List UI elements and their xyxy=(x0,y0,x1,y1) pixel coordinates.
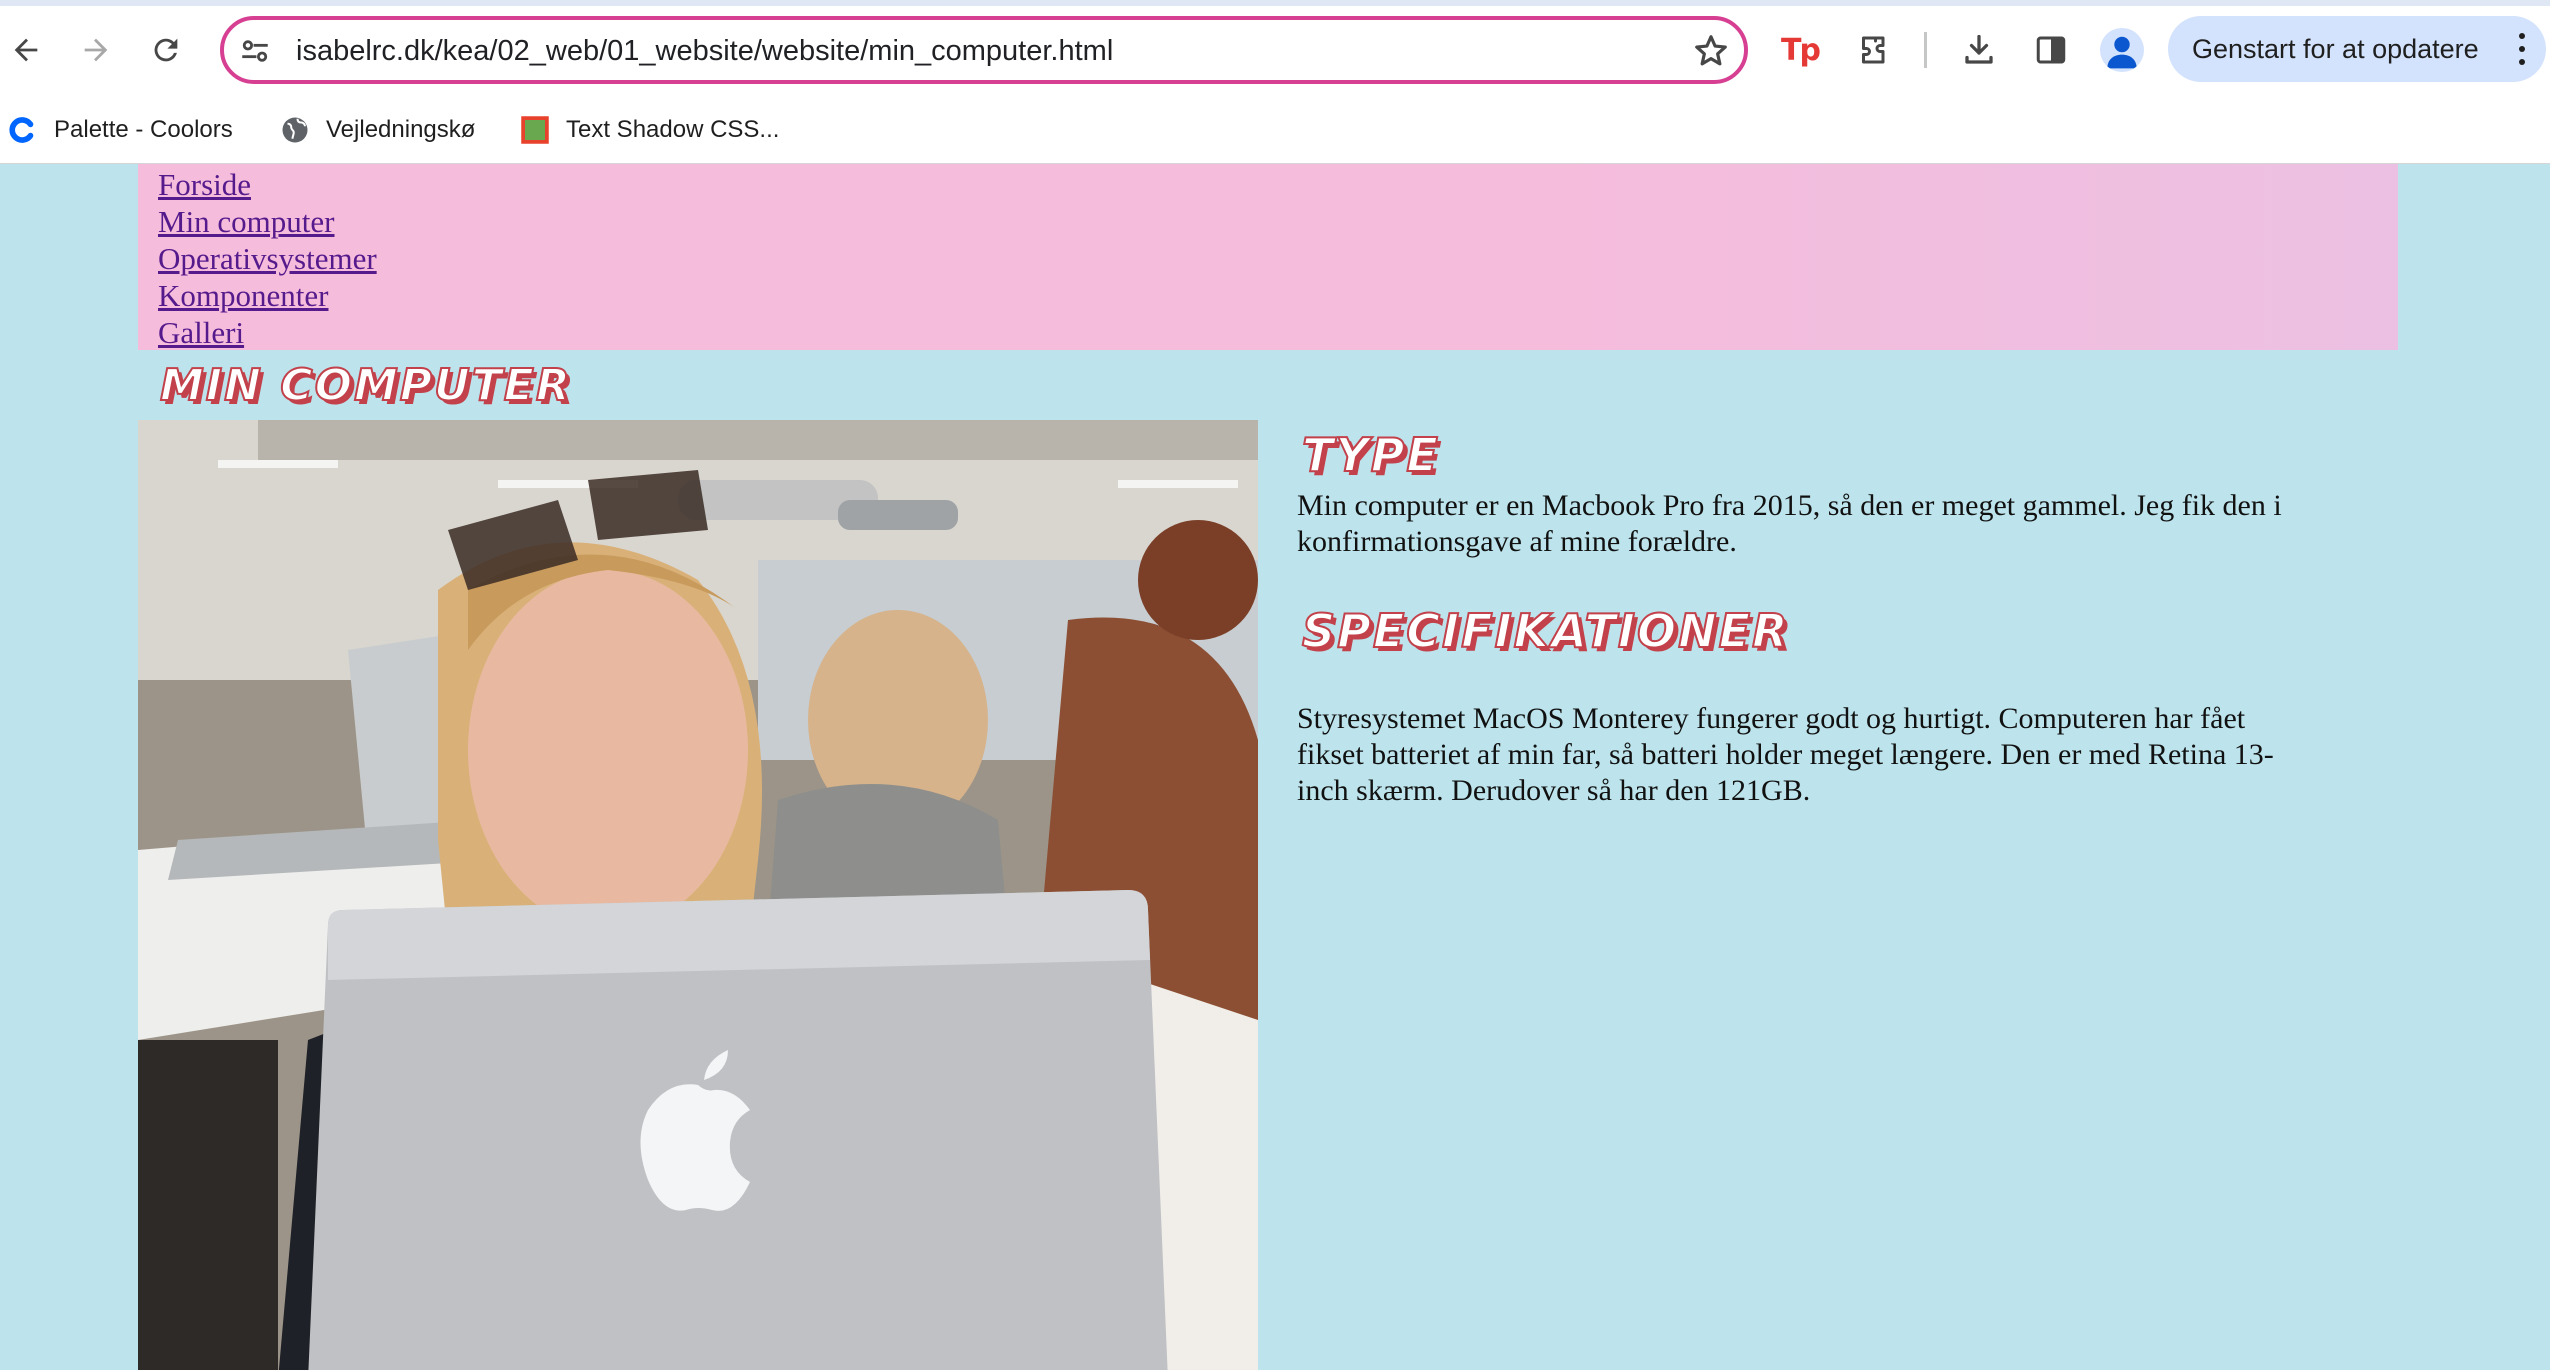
bookmark-item[interactable]: Vejledningskø xyxy=(280,108,475,152)
section-text-type: Min computer er en Macbook Pro fra 2015,… xyxy=(1297,489,2282,558)
restart-to-update-button[interactable]: Genstart for at opdatere xyxy=(2168,16,2546,82)
nav-link-komponenter[interactable]: Komponenter xyxy=(158,277,328,314)
downloads-button[interactable] xyxy=(1957,28,2001,72)
coolors-logo-icon xyxy=(9,117,34,143)
bookmark-label: Palette - Coolors xyxy=(54,116,233,143)
bookmark-label: Text Shadow CSS... xyxy=(566,116,780,143)
bookmark-label: Vejledningskø xyxy=(326,116,476,143)
section-heading-specifikationer: Specifikationer xyxy=(1301,603,1790,659)
profile-icon xyxy=(2107,36,2137,69)
reload-icon xyxy=(154,38,178,62)
restart-to-update-label: Genstart for at opdatere xyxy=(2192,34,2479,64)
tp-extension-button[interactable]: Tp xyxy=(1778,28,1822,72)
toolbar-divider xyxy=(1924,32,1927,68)
nav-link-galleri[interactable]: Galleri xyxy=(158,314,244,351)
computer-photo xyxy=(138,420,1258,1370)
page-title: Min computer xyxy=(159,359,572,412)
bookmark-star-icon[interactable] xyxy=(1692,32,1730,70)
bookmark-item[interactable]: Text Shadow CSS... xyxy=(520,108,779,152)
site-navigation: Forside Min computer Operativsystemer Ko… xyxy=(138,164,2398,350)
back-arrow-icon xyxy=(14,38,38,62)
bookmarks-bar: Palette - Coolors Vejledningskø Text Sha… xyxy=(0,102,2550,164)
nav-link-forside[interactable]: Forside xyxy=(158,166,251,203)
extensions-puzzle-icon xyxy=(1862,36,1885,64)
kebab-menu-icon[interactable] xyxy=(2512,30,2532,68)
tp-extension-icon: Tp xyxy=(1781,32,1821,68)
side-panel-button[interactable] xyxy=(2029,28,2073,72)
site-settings-icon[interactable] xyxy=(238,34,272,68)
nav-link-min-computer[interactable]: Min computer xyxy=(158,203,335,240)
section-heading-type: Type xyxy=(1301,427,1440,483)
section-text-specifikationer: Styresystemet MacOS Monterey fungerer go… xyxy=(1297,702,2274,807)
browser-toolbar: isabelrc.dk/kea/02_web/01_website/websit… xyxy=(0,0,2550,102)
forward-button[interactable] xyxy=(74,28,118,72)
nav-link-operativsystemer[interactable]: Operativsystemer xyxy=(158,240,377,277)
forward-arrow-icon xyxy=(84,38,108,62)
side-panel-icon xyxy=(2036,36,2066,64)
bookmark-item[interactable]: Palette - Coolors xyxy=(8,108,233,152)
back-button[interactable] xyxy=(4,28,48,72)
photo-illustration xyxy=(138,420,1258,1370)
address-bar[interactable]: isabelrc.dk/kea/02_web/01_website/websit… xyxy=(220,16,1748,84)
extensions-button[interactable] xyxy=(1852,28,1896,72)
green-square-favicon-icon xyxy=(521,116,549,144)
url-text[interactable]: isabelrc.dk/kea/02_web/01_website/websit… xyxy=(296,34,1113,68)
page-viewport: Forside Min computer Operativsystemer Ko… xyxy=(0,164,2550,1370)
profile-button[interactable] xyxy=(2100,28,2144,72)
tab-strip-edge xyxy=(0,0,2550,6)
reload-button[interactable] xyxy=(144,28,188,72)
download-icon xyxy=(1965,34,1993,64)
globe-icon xyxy=(282,117,308,143)
